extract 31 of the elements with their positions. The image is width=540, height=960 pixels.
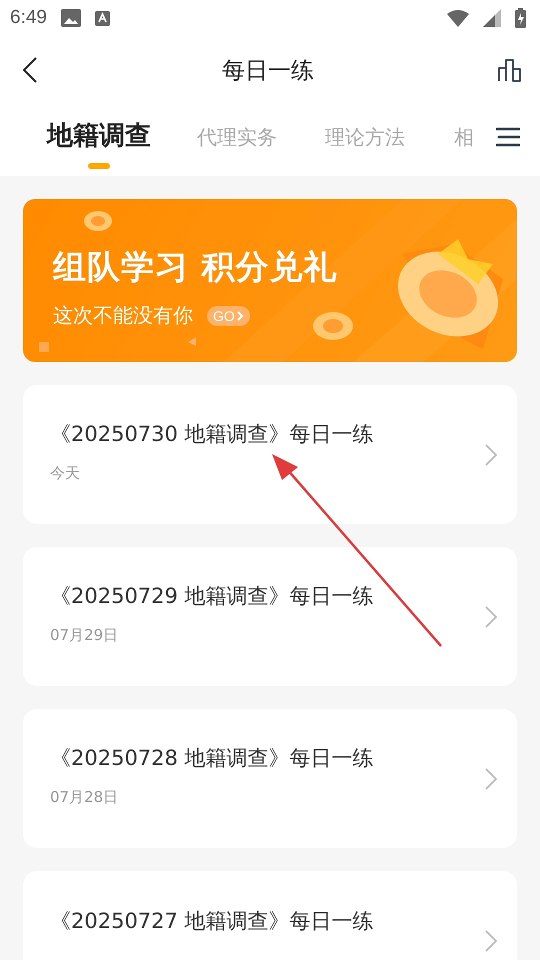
status-time: 6:49: [10, 7, 47, 29]
chevron-icon: [485, 606, 497, 628]
ranking-button[interactable]: [498, 58, 522, 82]
wifi-icon: [447, 10, 469, 26]
text-icon: [94, 10, 110, 26]
exercise-card[interactable]: 《20250727 地籍调查》每日一练: [23, 871, 517, 960]
signal-icon: [483, 9, 501, 27]
chevron-icon: [485, 768, 497, 790]
exercise-date: 07月29日: [50, 626, 120, 645]
chevron-icon: [236, 310, 244, 320]
exercise-title: 《20250728 地籍调查》每日一练: [50, 745, 375, 772]
battery-icon: [515, 8, 526, 28]
page-title: 每日一练: [222, 56, 314, 86]
exercise-title: 《20250727 地籍调查》每日一练: [50, 908, 375, 934]
exercise-title: 《20250729 地籍调查》每日一练: [50, 583, 375, 610]
picture-icon: [60, 9, 81, 27]
category-tab[interactable]: 地籍调查: [47, 104, 151, 169]
banner-subline: 这次不能没有你: [53, 302, 193, 329]
bar-chart-icon: [498, 58, 522, 82]
exercise-title: 《20250730 地籍调查》每日一练: [50, 421, 375, 448]
exercise-card[interactable]: 《20250730 地籍调查》每日一练 今天: [23, 385, 517, 524]
exercise-date: 07月28日: [50, 788, 120, 807]
exercise-date: 今天: [50, 464, 81, 483]
exercise-card[interactable]: 《20250729 地籍调查》每日一练 07月29日: [23, 547, 517, 686]
menu-icon: [496, 127, 520, 147]
banner-headline: 组队学习 积分兑礼: [53, 246, 338, 288]
back-icon: [22, 57, 38, 83]
exercise-card[interactable]: 《20250728 地籍调查》每日一练 07月28日: [23, 709, 517, 848]
chevron-icon: [485, 444, 497, 466]
chevron-icon: [485, 930, 497, 952]
back-button[interactable]: [22, 57, 38, 83]
